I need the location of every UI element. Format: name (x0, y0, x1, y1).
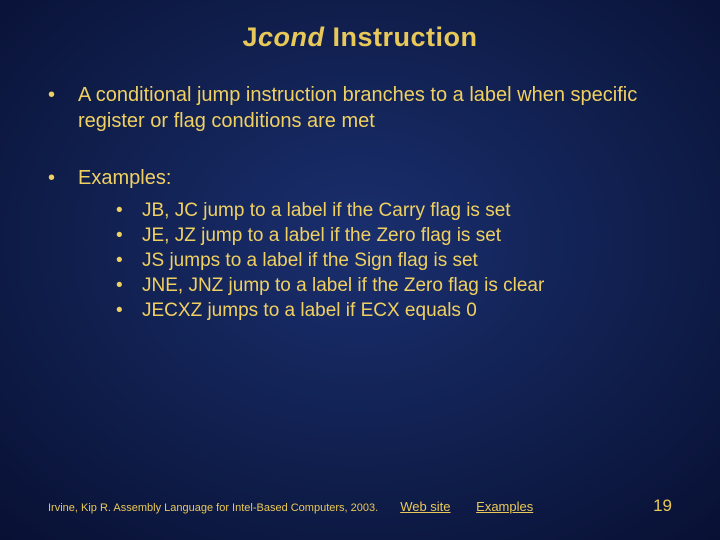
title-j: J (242, 22, 258, 52)
bullet-icon: • (116, 273, 142, 298)
title-cond: cond (258, 22, 325, 52)
title-rest: Instruction (325, 22, 478, 52)
list-item: • JS jumps to a label if the Sign flag i… (116, 248, 672, 273)
citation-text: Irvine, Kip R. Assembly Language for Int… (48, 502, 378, 514)
page-number: 19 (653, 496, 672, 516)
bullet-item: • Examples: (48, 166, 672, 192)
list-item: • JNE, JNZ jump to a label if the Zero f… (116, 273, 672, 298)
list-item: • JB, JC jump to a label if the Carry fl… (116, 198, 672, 223)
sub-text: JNE, JNZ jump to a label if the Zero fla… (142, 273, 544, 298)
sub-list: • JB, JC jump to a label if the Carry fl… (48, 198, 672, 323)
sub-text: JE, JZ jump to a label if the Zero flag … (142, 223, 501, 248)
bullet-text: Examples: (78, 166, 181, 192)
bullet-icon: • (48, 83, 78, 134)
list-item: • JECXZ jumps to a label if ECX equals 0 (116, 298, 672, 323)
bullet-icon: • (116, 223, 142, 248)
sub-text: JS jumps to a label if the Sign flag is … (142, 248, 478, 273)
bullet-icon: • (116, 298, 142, 323)
slide-footer: Irvine, Kip R. Assembly Language for Int… (0, 496, 720, 516)
examples-link[interactable]: Examples (476, 499, 533, 514)
sub-text: JECXZ jumps to a label if ECX equals 0 (142, 298, 477, 323)
bullet-text: A conditional jump instruction branches … (78, 83, 672, 134)
bullet-icon: • (116, 248, 142, 273)
list-item: • JE, JZ jump to a label if the Zero fla… (116, 223, 672, 248)
bullet-icon: • (116, 198, 142, 223)
slide-body: • A conditional jump instruction branche… (0, 53, 720, 323)
sub-text: JB, JC jump to a label if the Carry flag… (142, 198, 511, 223)
website-link[interactable]: Web site (400, 499, 450, 514)
bullet-icon: • (48, 166, 78, 192)
footer-links: Web site Examples (400, 499, 555, 514)
bullet-item: • A conditional jump instruction branche… (48, 83, 672, 134)
slide-title: Jcond Instruction (0, 0, 720, 53)
